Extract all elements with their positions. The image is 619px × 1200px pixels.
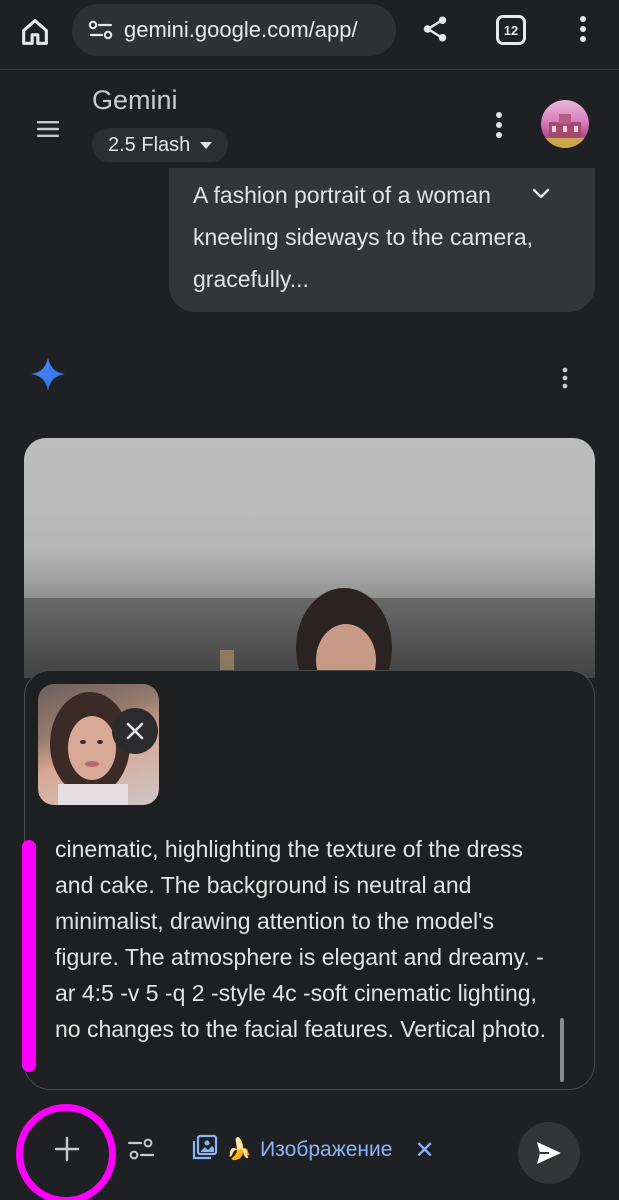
user-message: A fashion portrait of a woman kneeling s…	[169, 168, 595, 312]
prompt-composer[interactable]: cinematic, highlighting the texture of t…	[24, 670, 595, 1090]
composer-scrollbar[interactable]	[560, 1018, 564, 1082]
browser-toolbar: gemini.google.com/app/ 12	[0, 0, 619, 70]
image-chip-label: Изображение	[260, 1138, 393, 1161]
site-settings-icon[interactable]	[86, 15, 116, 45]
app-title: Gemini	[92, 85, 178, 115]
chip-close-icon[interactable]: ✕	[414, 1136, 434, 1165]
model-selector[interactable]: 2.5 Flash	[92, 128, 229, 162]
send-button[interactable]	[518, 1122, 580, 1184]
remove-attachment-button[interactable]	[112, 708, 158, 754]
attached-image[interactable]	[38, 684, 159, 805]
banana-icon: 🍌	[226, 1138, 253, 1161]
chevron-down-icon[interactable]	[529, 182, 553, 206]
menu-icon[interactable]	[30, 111, 66, 147]
share-icon[interactable]	[414, 8, 456, 50]
response-more-icon[interactable]	[555, 364, 575, 392]
more-vert-icon[interactable]	[568, 8, 598, 50]
gemini-spark-icon	[30, 356, 66, 392]
app-header: Gemini 2.5 Flash	[0, 71, 619, 171]
image-gallery-icon	[192, 1134, 218, 1166]
url-text: gemini.google.com/app/	[124, 17, 358, 42]
annotation-highlight-line	[22, 840, 36, 1072]
app-more-icon[interactable]	[484, 107, 514, 143]
image-tool-chip[interactable]: 🍌 Изображение ✕	[192, 1132, 435, 1168]
send-icon	[537, 1142, 561, 1164]
home-icon[interactable]	[14, 11, 56, 53]
caret-down-icon	[200, 141, 213, 149]
tab-switcher-button[interactable]: 12	[496, 15, 526, 45]
address-bar[interactable]: gemini.google.com/app/	[72, 4, 396, 56]
prompt-input[interactable]: cinematic, highlighting the texture of t…	[55, 831, 555, 1087]
annotation-highlight-circle	[16, 1104, 116, 1200]
model-name: 2.5 Flash	[108, 133, 191, 156]
close-icon	[126, 722, 144, 740]
tools-icon[interactable]	[124, 1128, 158, 1170]
user-message-text: A fashion portrait of a woman kneeling s…	[193, 182, 534, 292]
generated-image[interactable]	[24, 438, 595, 678]
account-avatar[interactable]	[541, 100, 589, 148]
